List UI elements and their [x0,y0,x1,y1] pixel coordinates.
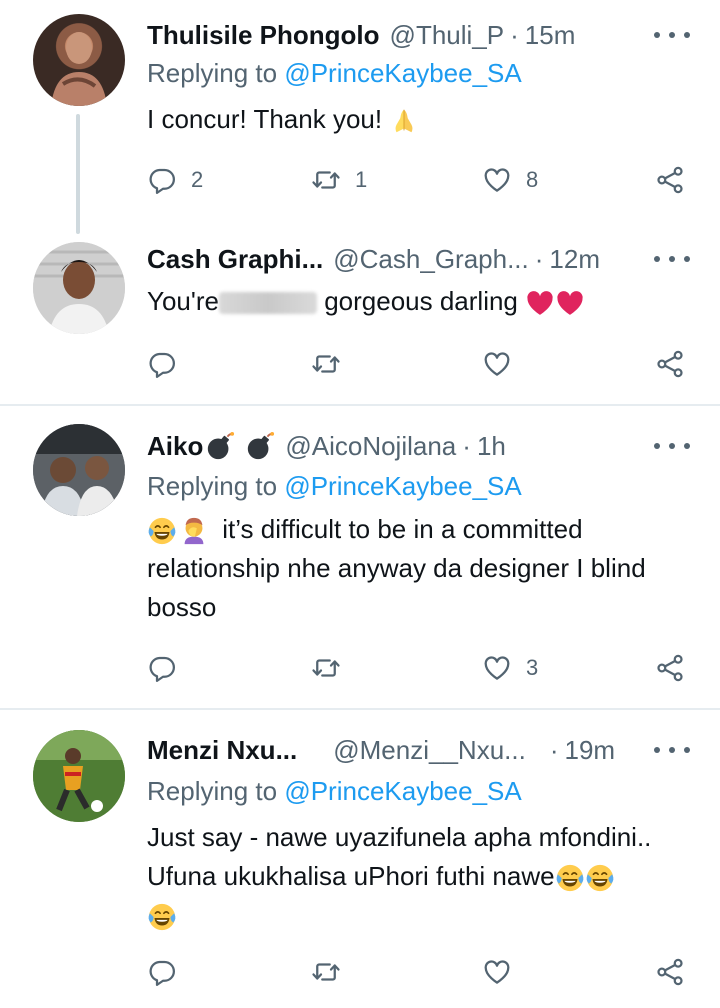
like-icon [482,349,512,379]
avatar-photo [33,730,125,822]
author-name[interactable]: Aiko [147,431,203,462]
more-icon[interactable] [654,434,690,458]
reply-icon [147,349,177,379]
face-with-tears-of-joy-icon [147,516,177,546]
tweet-aiko[interactable]: Aiko @AicoNojilana · 1h Replying to @Pri… [0,406,720,708]
like-icon [482,957,512,987]
retweet-icon [311,653,341,683]
timestamp[interactable]: 1h [477,431,506,462]
more-icon[interactable] [654,23,690,47]
mention-link[interactable]: @PrinceKaybee_SA [284,58,521,88]
tweet-text: You're gorgeous darling [147,282,692,321]
like-button[interactable] [482,344,526,384]
like-icon [482,653,512,683]
like-count: 3 [526,655,539,680]
tweet-text: I concur! Thank you! [147,100,692,139]
author-name[interactable]: Cash Graphi... [147,244,323,275]
retweet-icon [311,349,341,379]
folded-hands-icon [389,106,419,136]
reply-button[interactable] [147,648,191,688]
thread-line [76,114,80,234]
reply-button[interactable] [147,952,191,992]
author-handle[interactable]: @Cash_Graph... [333,244,528,275]
red-heart-icon [525,288,555,318]
face-with-tears-of-joy-icon [555,863,585,893]
dot-separator: · [534,243,544,274]
share-icon [655,653,685,683]
author-handle[interactable]: @Thuli_P [390,20,505,51]
retweet-button[interactable] [311,344,355,384]
replying-to: Replying to @PrinceKaybee_SA [147,471,522,501]
author-handle[interactable]: @AicoNojilana [285,431,456,462]
retweet-count: 1 [355,167,368,192]
like-button[interactable]: 8 [482,160,538,200]
avatar[interactable] [33,424,125,516]
avatar-photo [51,32,107,106]
share-button[interactable] [655,160,685,200]
tweet-thulisile[interactable]: Thulisile Phongolo @Thuli_P · 15m Replyi… [0,0,720,234]
censored-word [218,292,317,315]
reply-button[interactable] [147,344,191,384]
retweet-button[interactable]: 1 [311,160,367,200]
share-icon [655,957,685,987]
like-count: 8 [526,167,539,192]
timestamp[interactable]: 12m [549,244,600,275]
like-button[interactable] [482,952,526,992]
share-icon [655,349,685,379]
retweet-icon [311,957,341,987]
mention-link[interactable]: @PrinceKaybee_SA [284,471,521,501]
tweet-cash-graphi[interactable]: Cash Graphi... @Cash_Graph... · 12m You'… [0,234,720,404]
avatar-photo [33,424,125,516]
retweet-icon [311,165,341,195]
reply-button[interactable]: 2 [147,160,203,200]
avatar[interactable] [33,242,125,334]
author-name[interactable]: Menzi Nxu... [147,735,297,766]
avatar[interactable] [33,14,125,106]
share-button[interactable] [655,648,685,688]
tweet-menzi[interactable]: Menzi Nxu... @Menzi__Nxu... · 19m Replyi… [0,710,720,1008]
face-with-tears-of-joy-icon [147,902,177,932]
reply-icon [147,957,177,987]
reply-count: 2 [191,167,204,192]
reply-icon [147,653,177,683]
woman-facepalming-icon [179,516,209,546]
like-button[interactable]: 3 [482,648,538,688]
dot-separator: · [510,19,519,50]
tweet-text: it’s difficult to be in a committed rela… [147,514,646,622]
avatar-photo [33,242,125,334]
retweet-button[interactable] [311,648,355,688]
avatar[interactable] [33,730,125,822]
red-heart-icon [555,288,585,318]
like-icon [482,165,512,195]
replying-to: Replying to @PrinceKaybee_SA [147,58,522,88]
share-button[interactable] [655,344,685,384]
share-button[interactable] [655,952,685,992]
bomb-icon [245,431,275,461]
bomb-icon [205,431,235,461]
face-with-tears-of-joy-icon [585,863,615,893]
share-icon [655,165,685,195]
retweet-button[interactable] [311,952,355,992]
author-handle[interactable]: @Menzi__Nxu... [333,735,526,766]
timestamp[interactable]: 19m [565,735,616,766]
dot-separator: · [549,734,559,765]
tweet-text: Just say - nawe uyazifunela apha mfondin… [147,818,692,935]
reply-icon [147,165,177,195]
timestamp[interactable]: 15m [525,20,576,51]
author-name[interactable]: Thulisile Phongolo [147,20,380,51]
dot-separator: · [462,430,471,461]
mention-link[interactable]: @PrinceKaybee_SA [284,776,521,806]
replying-to: Replying to @PrinceKaybee_SA [147,776,522,806]
more-icon[interactable] [654,247,690,271]
more-icon[interactable] [654,738,690,762]
